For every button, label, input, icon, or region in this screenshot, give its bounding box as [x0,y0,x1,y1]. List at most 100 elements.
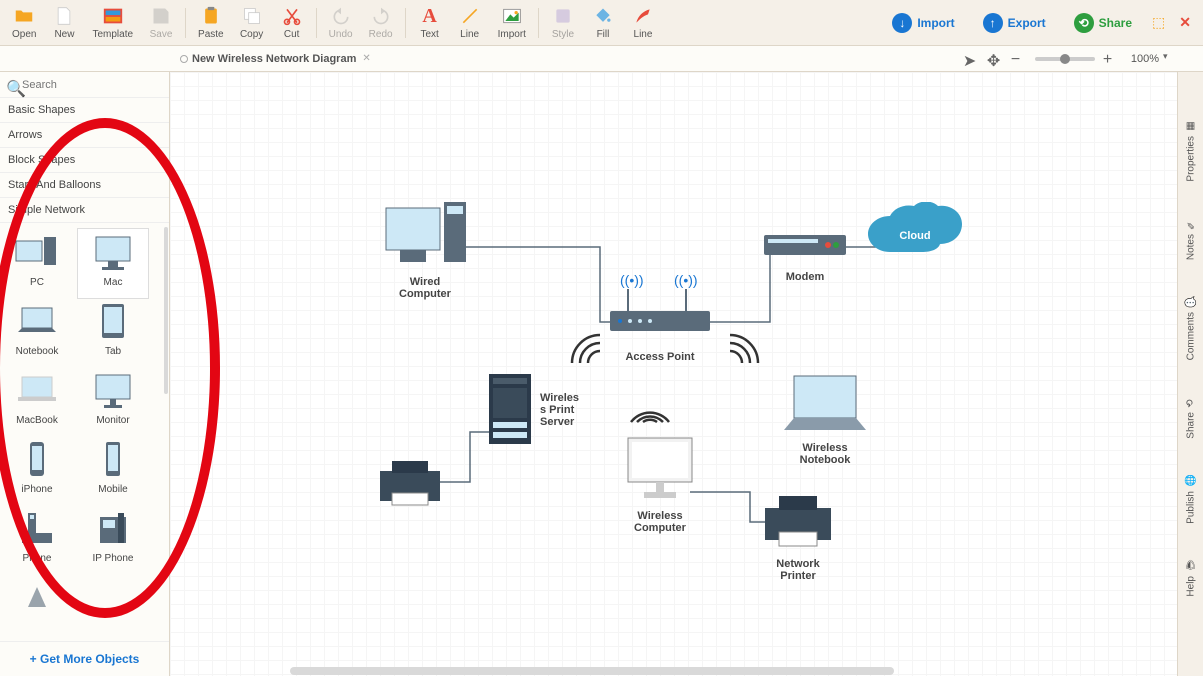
template-button[interactable]: Template [84,3,141,42]
rail-comments[interactable]: Comments💬 [1185,296,1197,360]
style-label: Style [552,29,574,40]
shape-scrollbar[interactable] [163,223,169,641]
shape-notebook[interactable]: Notebook [2,298,72,367]
close-icon[interactable]: ✕ [1171,14,1199,31]
node-printer-left[interactable] [370,457,450,513]
get-more-objects-link[interactable]: + Get More Objects [0,641,169,676]
separator [538,8,539,38]
node-modem[interactable]: Modem [760,227,850,283]
tab-close-icon[interactable]: ✕ [362,53,370,64]
import-button[interactable]: ↓ Import [882,9,964,37]
template-label: Template [92,29,133,40]
paste-button[interactable]: Paste [190,3,232,42]
wifi-icon [720,327,770,367]
publish-icon: 🌐 [1185,475,1197,487]
export-label: Export [1008,16,1046,30]
node-wired-computer[interactable]: Wired Computer [380,202,470,300]
style-icon [552,5,574,27]
share-button[interactable]: ⟲ Share [1064,9,1142,37]
shape-iphone[interactable]: iPhone [2,436,72,505]
node-access-point[interactable]: ((•)) ((•)) Access Point [600,267,720,363]
paste-label: Paste [198,29,224,40]
line-icon [459,5,481,27]
export-button[interactable]: ↑ Export [973,9,1056,37]
shape-macbook[interactable]: MacBook [2,367,72,436]
open-button[interactable]: Open [4,3,44,42]
node-network-printer[interactable]: Network Printer [755,492,841,582]
help-icon: 🛡 [1185,560,1197,572]
category-stars-balloons[interactable]: Stars And Balloons [0,173,169,198]
rail-help[interactable]: Help🛡 [1185,560,1197,597]
undo-label: Undo [329,29,353,40]
node-label: Wireles s Print Server [540,392,579,428]
properties-icon: ▦ [1185,120,1197,132]
canvas-area[interactable]: Wired Computer ((•)) ((•)) Access Point … [170,72,1177,676]
search-input[interactable] [22,79,163,91]
separator [185,8,186,38]
search-box[interactable]: 🔍 [0,72,169,98]
save-label: Save [150,29,173,40]
shape-tab[interactable]: Tab [78,298,148,367]
shape-phone[interactable]: Phone [2,505,72,574]
fill-button[interactable]: Fill [583,3,623,42]
undo-button[interactable]: Undo [321,3,361,42]
upload-icon: ↑ [983,13,1003,33]
pointer-icon[interactable]: ➤ [963,51,979,67]
cut-label: Cut [284,29,300,40]
save-button[interactable]: Save [141,3,181,42]
shape-label: iPhone [21,484,52,495]
shape-monitor[interactable]: Monitor [78,367,148,436]
category-arrows[interactable]: Arrows [0,123,169,148]
chevron-down-icon[interactable]: ▾ [1163,51,1179,67]
share-rail-icon: ⟲ [1185,396,1197,408]
node-label: Wired Computer [399,276,451,300]
line-button[interactable]: Line [450,3,490,42]
node-wireless-print-server[interactable]: Wireles s Print Server [485,372,535,448]
text-button[interactable]: A Text [410,3,450,42]
node-label: Access Point [625,351,694,363]
node-wireless-notebook[interactable]: Wireless Notebook [780,372,870,466]
template-icon [102,5,124,27]
shape-label: Phone [23,553,52,564]
rail-label: Notes [1185,234,1196,260]
category-block-shapes[interactable]: Block Shapes [0,148,169,173]
rail-publish[interactable]: Publish🌐 [1185,475,1197,524]
shape-label: MacBook [16,415,58,426]
minimize-icon[interactable]: ⬚ [1146,14,1171,31]
new-button[interactable]: New [44,3,84,42]
pan-icon[interactable]: ✥ [987,51,1003,67]
zoom-slider[interactable] [1035,57,1095,61]
folder-open-icon [13,5,35,27]
shape-label: Tab [105,346,121,357]
rail-share[interactable]: Share⟲ [1185,396,1197,439]
rail-label: Properties [1185,136,1196,182]
zoom-in-icon[interactable]: + [1103,51,1119,67]
shape-pc[interactable]: PC [2,229,72,298]
style-button[interactable]: Style [543,3,583,42]
rail-notes[interactable]: Notes✎ [1185,218,1197,260]
redo-button[interactable]: Redo [361,3,401,42]
shape-label: IP Phone [93,553,134,564]
copy-button[interactable]: Copy [232,3,272,42]
rail-properties[interactable]: Properties ▦ [1185,120,1197,182]
line-style-button[interactable]: Line [623,3,663,42]
node-label: Cloud [860,230,970,242]
shape-label: Mobile [98,484,127,495]
node-wireless-computer[interactable]: Wireless Computer [620,434,700,534]
redo-icon [370,5,392,27]
shape-ip-phone[interactable]: IP Phone [78,505,148,574]
shape-extra[interactable] [2,574,72,628]
document-tab[interactable]: New Wireless Network Diagram ✕ [170,49,381,69]
category-simple-network[interactable]: Simple Network [0,198,169,223]
import-tool-button[interactable]: Import [490,3,534,42]
cut-button[interactable]: Cut [272,3,312,42]
zoom-out-icon[interactable]: − [1011,51,1027,67]
horizontal-scrollbar[interactable] [170,666,1177,676]
share-label: Share [1099,16,1132,30]
category-basic-shapes[interactable]: Basic Shapes [0,98,169,123]
node-cloud[interactable]: Cloud [860,202,970,272]
shape-mobile[interactable]: Mobile [78,436,148,505]
tab-status-icon [180,55,188,63]
shape-mac[interactable]: Mac [78,229,148,298]
main-toolbar: Open New Template Save Paste Copy Cut Un… [0,0,1203,46]
